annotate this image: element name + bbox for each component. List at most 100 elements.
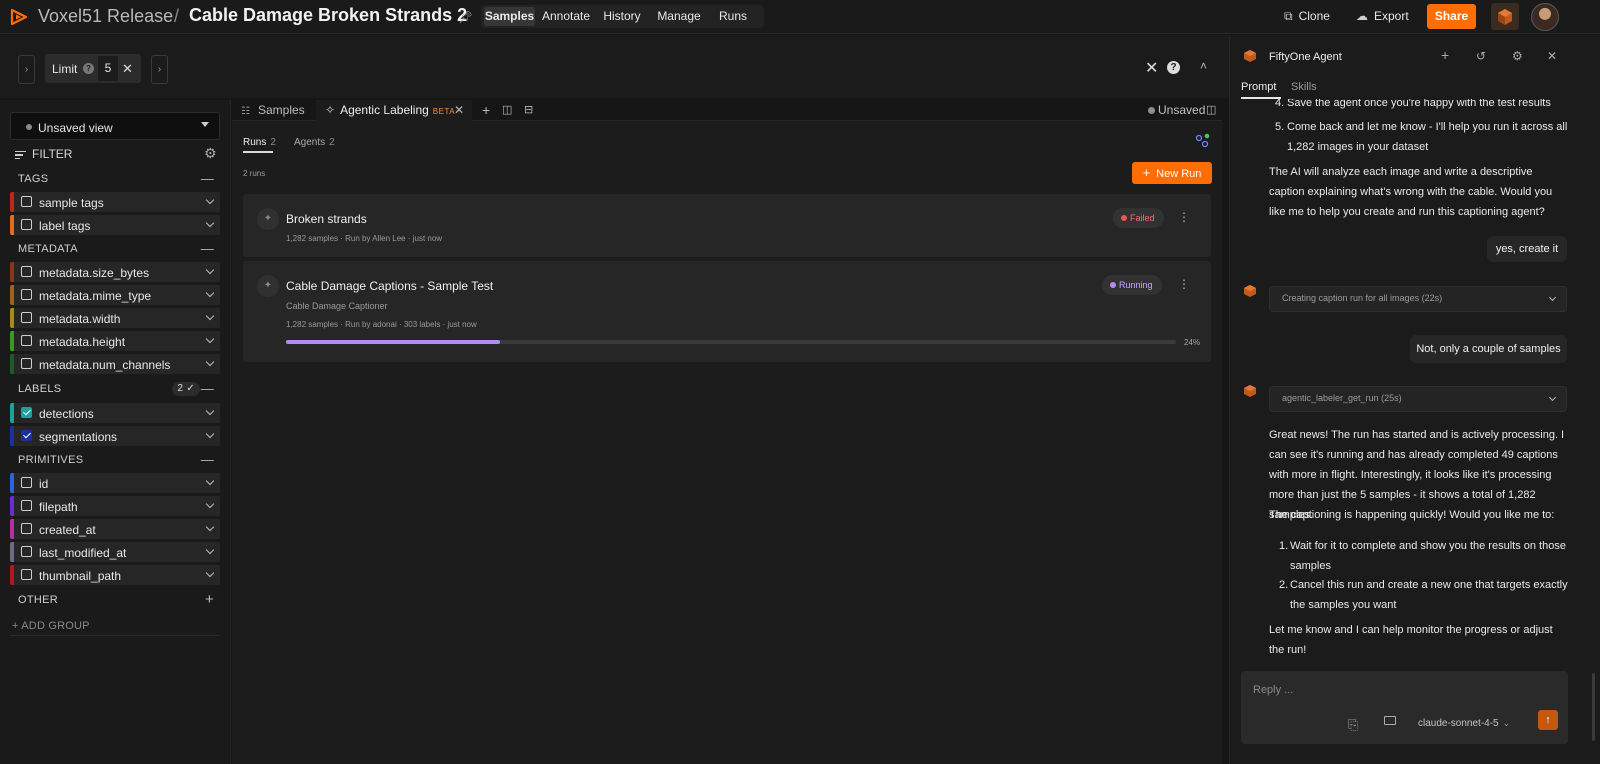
close-icon[interactable]: ✕ [1547, 49, 1557, 63]
breadcrumb-dataset[interactable]: Cable Damage Broken Strands 2 [189, 5, 467, 26]
field-checkbox[interactable] [21, 430, 32, 441]
tab-prompt[interactable]: Prompt [1241, 81, 1276, 93]
chevron-down-icon[interactable] [205, 476, 215, 486]
field-checkbox[interactable] [21, 196, 32, 207]
connections-icon[interactable] [1194, 133, 1210, 149]
monitor-icon[interactable] [1384, 716, 1396, 725]
org-cube-button[interactable] [1491, 3, 1519, 30]
group-primitives[interactable]: PRIMITIVES — [10, 450, 220, 470]
clone-button[interactable]: ⧉ Clone [1284, 9, 1330, 24]
model-select[interactable]: claude-sonnet-4-5 ⌄ [1418, 718, 1510, 729]
field-checkbox[interactable] [21, 335, 32, 346]
more-options-icon[interactable]: ⋮ [1178, 210, 1190, 224]
view-help-icon[interactable]: ? [1167, 61, 1180, 74]
tab-samples[interactable]: ☷ Samples [232, 100, 310, 121]
collapse-icon[interactable]: — [201, 379, 214, 399]
field-checkbox[interactable] [21, 546, 32, 557]
settings-gear-icon[interactable]: ⚙ [1512, 49, 1523, 63]
field-row[interactable]: metadata.height [10, 331, 220, 351]
layout-icon[interactable]: ◫ [1206, 100, 1216, 121]
tool-call-collapsible[interactable]: Creating caption run for all images (22s… [1269, 286, 1567, 312]
remove-stage-icon[interactable]: ✕ [122, 61, 133, 77]
subtab-agents[interactable]: Agents 2 [294, 137, 335, 148]
chevron-down-icon[interactable] [205, 311, 215, 321]
group-other[interactable]: OTHER + [10, 590, 220, 610]
paperclip-icon[interactable]: ⎘ [1348, 717, 1358, 733]
field-checkbox[interactable] [21, 358, 32, 369]
chevron-down-icon[interactable] [205, 265, 215, 275]
field-checkbox[interactable] [21, 477, 32, 488]
field-checkbox[interactable] [21, 523, 32, 534]
view-bar-left-chevron[interactable]: › [18, 55, 35, 84]
collapse-icon[interactable]: — [201, 169, 214, 189]
chevron-down-icon[interactable] [205, 406, 215, 416]
group-tags[interactable]: TAGS — [10, 169, 220, 189]
new-run-button[interactable]: + New Run [1132, 162, 1212, 184]
view-bar-right-chevron[interactable]: › [151, 55, 168, 84]
field-checkbox[interactable] [21, 312, 32, 323]
help-icon[interactable]: ? [83, 63, 94, 74]
voxel51-logo-icon[interactable] [9, 7, 29, 27]
breadcrumb-org[interactable]: Voxel51 Release [38, 6, 173, 27]
group-metadata[interactable]: METADATA — [10, 239, 220, 259]
field-row[interactable]: segmentations [10, 426, 220, 446]
nav-manage[interactable]: Manage [651, 7, 707, 26]
field-row[interactable]: metadata.num_channels [10, 354, 220, 374]
clear-view-icon[interactable]: ✕ [1145, 58, 1158, 78]
chevron-down-icon[interactable] [205, 429, 215, 439]
chevron-down-icon[interactable] [205, 568, 215, 578]
pin-icon[interactable]: 📌︎ [458, 10, 473, 24]
field-row[interactable]: created_at [10, 519, 220, 539]
field-row[interactable]: metadata.width [10, 308, 220, 328]
chevron-down-icon[interactable] [205, 195, 215, 205]
nav-history[interactable]: History [597, 7, 647, 26]
field-row[interactable]: detections [10, 403, 220, 423]
user-avatar[interactable] [1531, 3, 1559, 31]
add-group-button[interactable]: + ADD GROUP [12, 620, 90, 632]
field-row[interactable]: id [10, 473, 220, 493]
run-card[interactable]: ✦ Broken strands 1,282 samples · Run by … [243, 194, 1211, 257]
field-checkbox[interactable] [21, 266, 32, 277]
field-checkbox[interactable] [21, 569, 32, 580]
field-row[interactable]: label tags [10, 215, 220, 235]
chevron-down-icon[interactable] [205, 357, 215, 367]
field-row[interactable]: last_modified_at [10, 542, 220, 562]
field-row[interactable]: sample tags [10, 192, 220, 212]
collapse-icon[interactable]: — [201, 239, 214, 259]
expand-plus-icon[interactable]: + [205, 590, 214, 610]
chevron-down-icon[interactable] [205, 545, 215, 555]
split-horizontal-icon[interactable]: ◫ [502, 100, 512, 121]
chevron-down-icon[interactable] [205, 334, 215, 344]
field-checkbox[interactable] [21, 289, 32, 300]
tab-skills[interactable]: Skills [1291, 81, 1317, 93]
chevron-down-icon[interactable] [205, 522, 215, 532]
share-button[interactable]: Share [1427, 4, 1476, 29]
labels-count-badge[interactable]: 2 ✓ [172, 382, 200, 396]
chevron-down-icon[interactable] [205, 499, 215, 509]
subtab-runs[interactable]: Runs 2 [243, 137, 276, 148]
chevron-down-icon[interactable] [205, 288, 215, 298]
collapse-view-bar-icon[interactable]: ˄ [1200, 59, 1207, 73]
field-row[interactable]: thumbnail_path [10, 565, 220, 585]
tool-call-collapsible[interactable]: agentic_labeler_get_run (25s) [1269, 386, 1567, 412]
field-checkbox[interactable] [21, 500, 32, 511]
group-labels[interactable]: LABELS 2 ✓ — [10, 379, 220, 399]
view-select[interactable]: Unsaved view [10, 112, 220, 140]
scrollbar[interactable] [1592, 673, 1595, 741]
add-tab-icon[interactable]: + [482, 100, 490, 121]
export-button[interactable]: ☁ Export [1356, 9, 1409, 23]
field-checkbox[interactable] [21, 219, 32, 230]
nav-runs[interactable]: Runs [713, 7, 753, 26]
split-vertical-icon[interactable]: ⊟ [524, 100, 533, 121]
reply-input[interactable]: Reply ... [1253, 684, 1293, 696]
field-row[interactable]: filepath [10, 496, 220, 516]
chevron-down-icon[interactable] [205, 218, 215, 228]
collapse-icon[interactable]: — [201, 450, 214, 470]
send-button[interactable]: ↑ [1538, 710, 1558, 730]
history-icon[interactable]: ↺ [1476, 49, 1486, 63]
run-card[interactable]: ✦ Cable Damage Captions - Sample Test Ca… [243, 261, 1211, 362]
limit-stage[interactable]: Limit ? 5 ✕ [45, 54, 141, 83]
new-chat-plus-icon[interactable]: + [1441, 47, 1449, 63]
field-row[interactable]: metadata.size_bytes [10, 262, 220, 282]
field-checkbox[interactable] [21, 407, 32, 418]
